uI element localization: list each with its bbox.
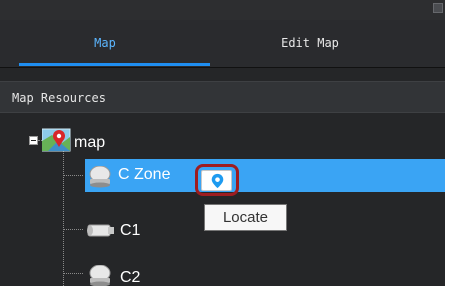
locate-pin-icon [211,173,224,189]
dome-camera-icon [89,166,111,188]
tree-item-label: C1 [120,222,141,239]
section-header: Map Resources [0,81,445,113]
map-icon [42,128,71,152]
tree-root-row[interactable]: map [0,113,445,152]
top-strip [0,0,445,20]
bullet-camera-icon [87,224,114,237]
tab-edit-map[interactable]: Edit Map [210,20,410,67]
map-panel: Map Edit Map Map Resources map C Zone C1… [0,0,445,286]
tree-item-label: C2 [120,269,141,286]
section-title: Map Resources [12,91,106,105]
tree-item-c2[interactable]: C2 [0,253,445,286]
tree-item-label: C Zone [118,166,171,183]
tab-map[interactable]: Map [0,20,210,67]
active-tab-indicator [19,63,210,66]
dome-camera-icon [89,265,111,286]
tree-root-label: map [74,134,106,151]
resource-tree: map C Zone C1 C2 Locate [0,113,445,286]
window-edge [445,0,449,286]
window-icon[interactable] [433,3,443,13]
locate-button[interactable] [201,170,232,191]
locate-tooltip: Locate [204,204,287,231]
collapse-icon[interactable] [29,136,38,145]
tab-bar: Map Edit Map [0,20,445,68]
